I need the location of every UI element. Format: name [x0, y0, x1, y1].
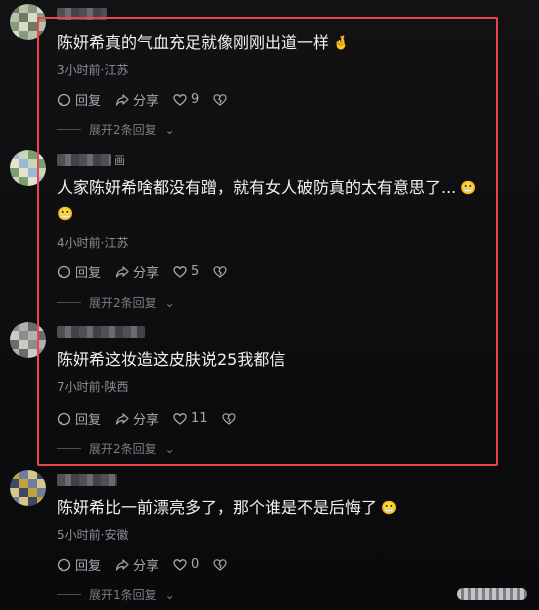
share-button[interactable]: 分享	[115, 555, 159, 574]
comment-meta: 3小时前·江苏	[57, 63, 129, 77]
like-button[interactable]: 5	[173, 264, 199, 279]
reply-icon	[57, 265, 71, 278]
comment-text: 陈妍希真的气血充足就像刚刚出道一样 🤞	[57, 30, 495, 57]
broken-heart-icon	[213, 265, 227, 278]
share-button[interactable]: 分享	[115, 262, 159, 281]
like-button[interactable]: 0	[173, 557, 199, 572]
share-icon	[115, 265, 129, 278]
like-button[interactable]: 11	[173, 411, 208, 426]
expand-replies[interactable]: 展开2条回复 ⌄	[57, 121, 175, 138]
reply-icon	[57, 412, 71, 425]
username[interactable]	[57, 474, 117, 486]
comment-text: 人家陈妍希啥都没有蹭，就有女人破防真的太有意思了... 😬	[57, 175, 495, 202]
comment-meta: 7小时前·陕西	[57, 380, 129, 394]
comment-actions: 回复 分享 11	[57, 409, 236, 428]
emoji-icon: 😬	[57, 207, 74, 222]
dislike-button[interactable]	[213, 93, 227, 107]
divider	[57, 448, 81, 449]
share-icon	[115, 93, 129, 106]
broken-heart-icon	[213, 558, 227, 571]
divider	[57, 594, 81, 595]
broken-heart-icon	[213, 93, 227, 106]
heart-icon	[173, 412, 187, 425]
dislike-button[interactable]	[213, 265, 227, 279]
avatar[interactable]	[10, 322, 46, 358]
chevron-down-icon: ⌄	[164, 295, 175, 310]
heart-icon	[173, 265, 187, 278]
share-button[interactable]: 分享	[115, 409, 159, 428]
avatar[interactable]	[10, 150, 46, 186]
comment-meta: 4小时前·江苏	[57, 236, 129, 250]
heart-icon	[173, 558, 187, 571]
comment-actions: 回复 分享 5	[57, 262, 227, 281]
heart-icon	[173, 93, 187, 106]
comment-text-wrap: 😬	[57, 201, 495, 228]
like-count: 9	[191, 92, 200, 107]
avatar[interactable]	[10, 4, 46, 40]
like-button[interactable]: 9	[173, 92, 199, 107]
reply-button[interactable]: 回复	[57, 555, 101, 574]
chevron-down-icon: ⌄	[164, 122, 175, 137]
dislike-button[interactable]	[213, 558, 227, 572]
emoji-icon: 🤞	[333, 36, 350, 51]
emoji-icon: 😬	[381, 501, 398, 516]
username-tail: 画	[114, 154, 125, 167]
share-icon	[115, 558, 129, 571]
watermark	[457, 588, 527, 600]
dislike-button[interactable]	[221, 412, 236, 426]
reply-icon	[57, 93, 71, 106]
reply-icon	[57, 558, 71, 571]
comment-actions: 回复 分享 9	[57, 90, 227, 109]
reply-button[interactable]: 回复	[57, 262, 101, 281]
divider	[57, 129, 81, 130]
reply-button[interactable]: 回复	[57, 90, 101, 109]
expand-replies[interactable]: 展开1条回复 ⌄	[57, 586, 175, 603]
avatar[interactable]	[10, 470, 46, 506]
username[interactable]	[57, 326, 145, 338]
chevron-down-icon: ⌄	[164, 587, 175, 602]
username[interactable]	[57, 8, 107, 20]
broken-heart-icon	[221, 412, 236, 425]
reply-button[interactable]: 回复	[57, 409, 101, 428]
comment-meta: 5小时前·安徽	[57, 528, 129, 542]
like-count: 0	[191, 557, 200, 572]
emoji-icon: 😬	[460, 181, 477, 196]
divider	[57, 302, 81, 303]
chevron-down-icon: ⌄	[164, 441, 175, 456]
like-count: 5	[191, 264, 200, 279]
expand-replies[interactable]: 展开2条回复 ⌄	[57, 294, 175, 311]
like-count: 11	[191, 411, 208, 426]
comment-actions: 回复 分享 0	[57, 555, 227, 574]
share-icon	[115, 412, 129, 425]
comment-text: 陈妍希比一前漂亮多了，那个谁是不是后悔了 😬	[57, 495, 495, 522]
share-button[interactable]: 分享	[115, 90, 159, 109]
username[interactable]	[57, 154, 111, 166]
expand-replies[interactable]: 展开2条回复 ⌄	[57, 440, 175, 457]
comment-text: 陈妍希这妆造这皮肤说25我都信	[57, 350, 286, 369]
